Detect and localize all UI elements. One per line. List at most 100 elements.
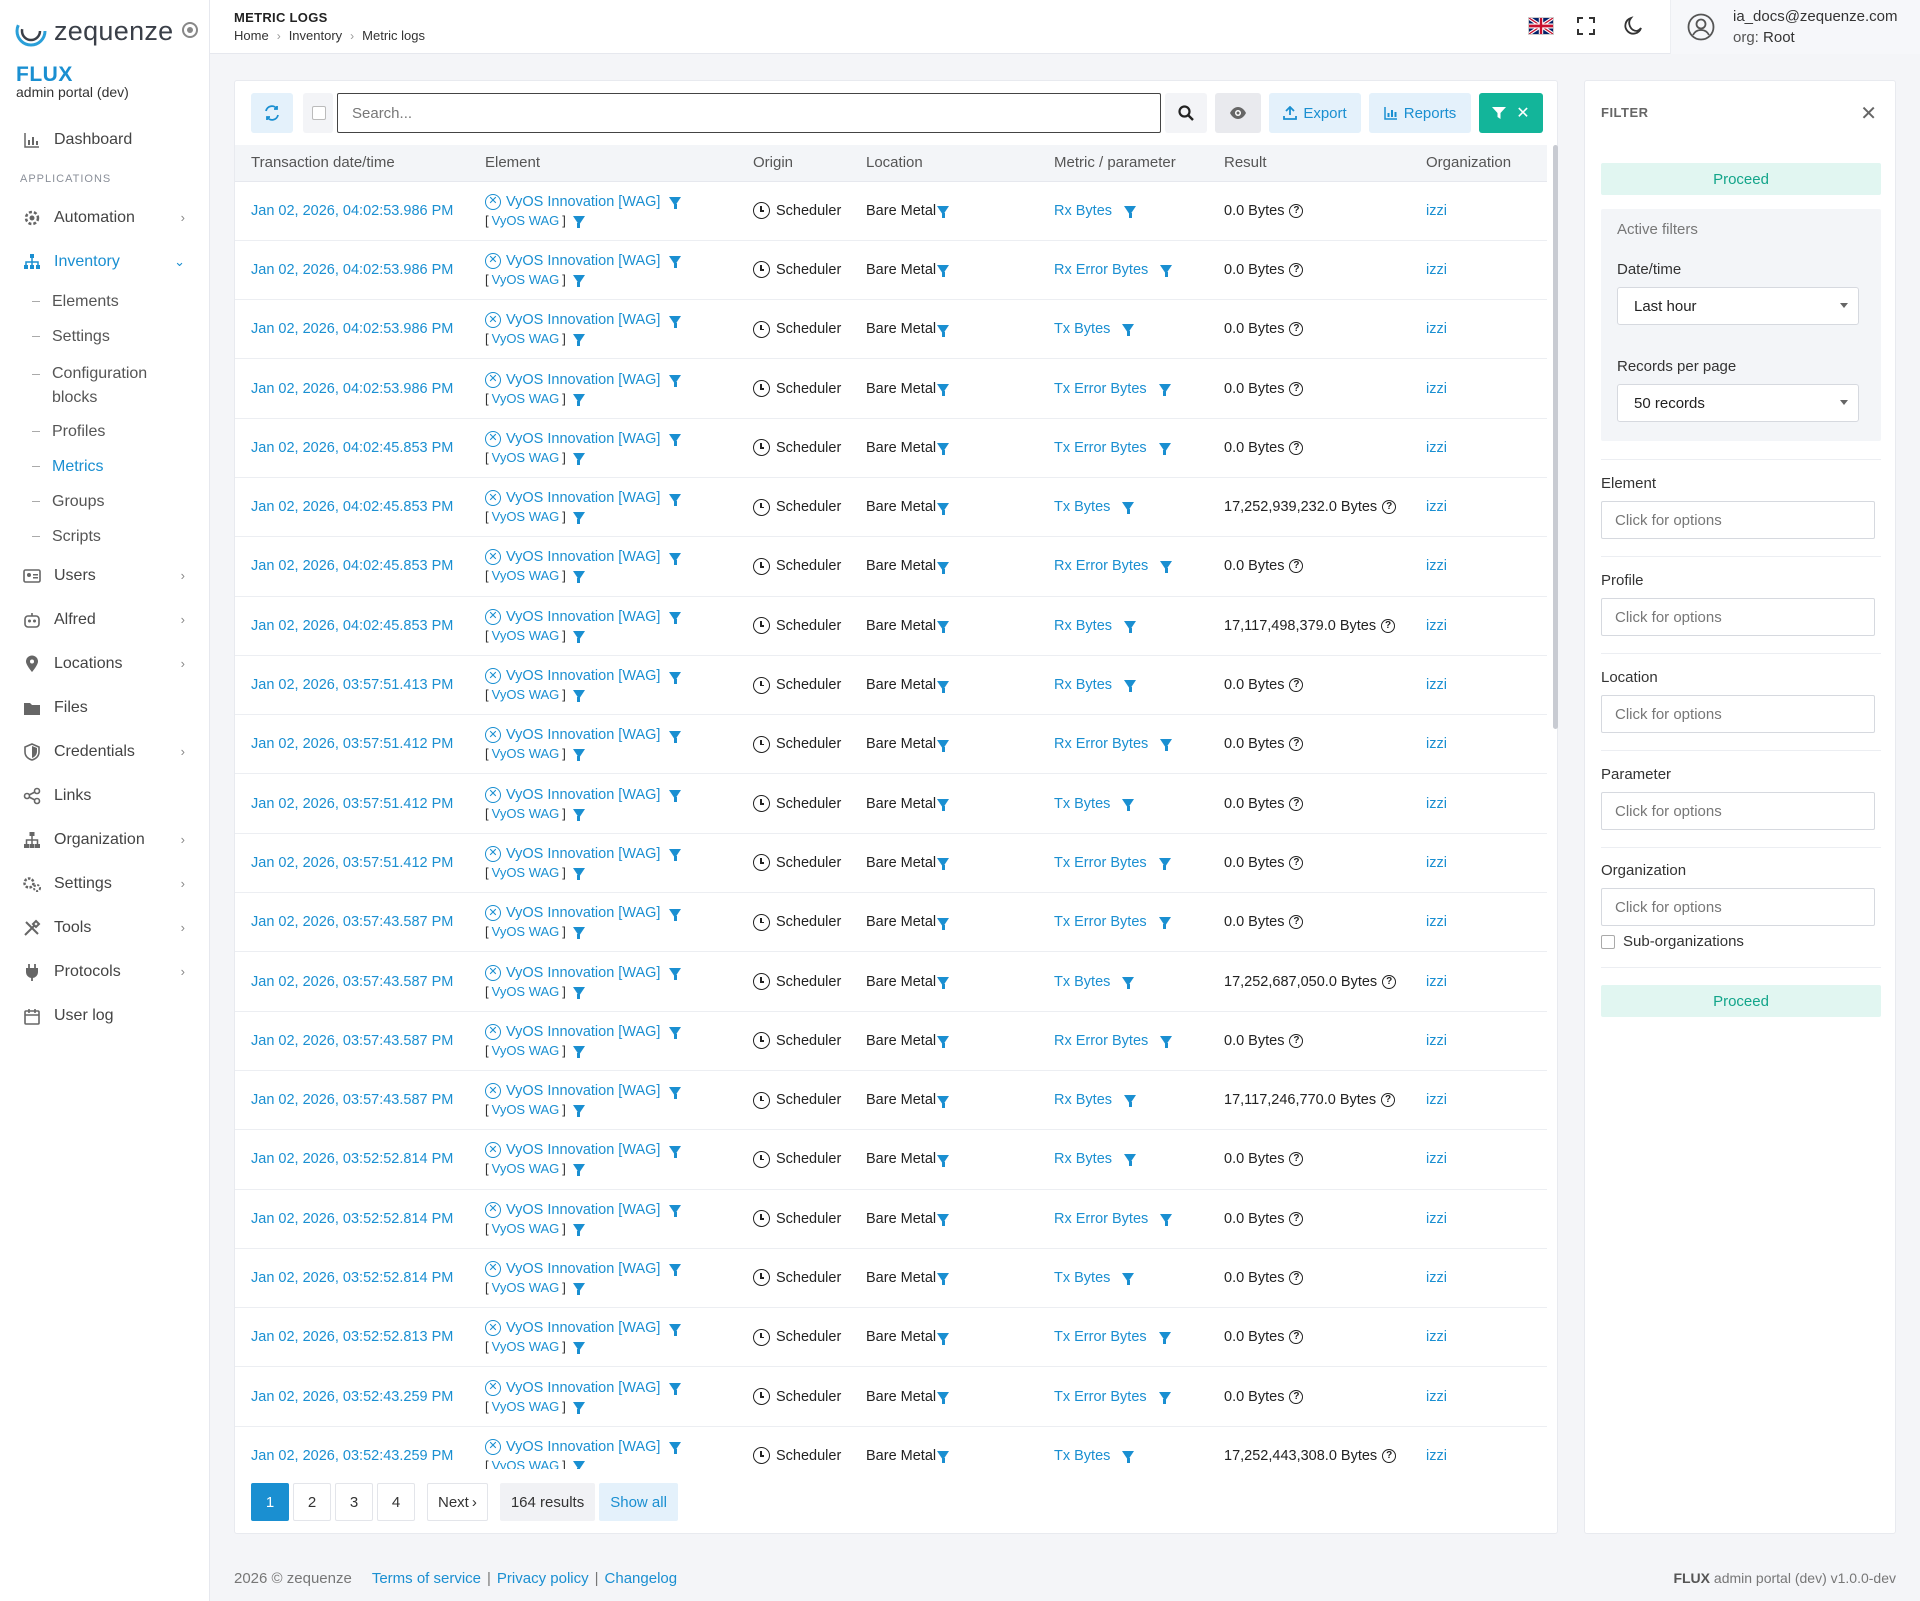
datetime-link[interactable]: Jan 02, 2026, 03:52:52.814 PM	[251, 1151, 453, 1167]
metric-link[interactable]: Rx Error Bytes	[1054, 736, 1148, 752]
filter-icon[interactable]	[937, 1273, 950, 1286]
element-link[interactable]: VyOS Innovation [WAG]	[506, 1380, 660, 1396]
refresh-button[interactable]	[251, 93, 293, 133]
filter-icon[interactable]	[937, 502, 950, 515]
filter-icon[interactable]	[937, 265, 950, 278]
sidebar-item-inventory[interactable]: Inventory ⌄	[0, 240, 209, 284]
metric-link[interactable]: Tx Error Bytes	[1054, 381, 1147, 397]
filter-icon[interactable]	[572, 274, 585, 287]
element-tag-link[interactable]: VyOS WAG	[492, 331, 560, 346]
sidebar-item-credentials[interactable]: Credentials ›	[0, 730, 209, 774]
organization-link[interactable]: izzi	[1426, 796, 1447, 812]
sidebar-subitem-configuration-blocks[interactable]: Configuration blocks	[0, 354, 209, 414]
element-tag-link[interactable]: VyOS WAG	[492, 1399, 560, 1414]
filter-icon[interactable]	[1158, 442, 1171, 455]
page-button-3[interactable]: 3	[335, 1483, 373, 1521]
filter-icon[interactable]	[572, 571, 585, 584]
logo[interactable]: zequenze	[14, 12, 198, 48]
filter-icon[interactable]	[1158, 383, 1171, 396]
filter-icon[interactable]	[669, 1086, 682, 1099]
question-circle-icon[interactable]: ?	[1382, 500, 1397, 515]
filter-icon[interactable]	[669, 375, 682, 388]
organization-link[interactable]: izzi	[1426, 203, 1447, 219]
filter-icon[interactable]	[1122, 1272, 1135, 1285]
metric-link[interactable]: Tx Bytes	[1054, 321, 1110, 337]
element-tag-link[interactable]: VyOS WAG	[492, 1102, 560, 1117]
filter-icon[interactable]	[669, 493, 682, 506]
organization-link[interactable]: izzi	[1426, 618, 1447, 634]
organization-link[interactable]: izzi	[1426, 855, 1447, 871]
filter-icon[interactable]	[572, 749, 585, 762]
filter-icon[interactable]	[572, 808, 585, 821]
sidebar-item-files[interactable]: Files	[0, 686, 209, 730]
show-all-button[interactable]: Show all	[599, 1483, 678, 1521]
element-link[interactable]: VyOS Innovation [WAG]	[506, 1202, 660, 1218]
sub-organizations-checkbox[interactable]: Sub-organizations	[1601, 933, 1744, 950]
element-link[interactable]: VyOS Innovation [WAG]	[506, 1439, 660, 1455]
organization-link[interactable]: izzi	[1426, 1448, 1447, 1464]
element-tag-link[interactable]: VyOS WAG	[492, 687, 560, 702]
question-circle-icon[interactable]: ?	[1289, 322, 1304, 337]
datetime-link[interactable]: Jan 02, 2026, 03:57:43.587 PM	[251, 914, 453, 930]
element-link[interactable]: VyOS Innovation [WAG]	[506, 490, 660, 506]
filter-icon[interactable]	[669, 552, 682, 565]
element-link[interactable]: VyOS Innovation [WAG]	[506, 727, 660, 743]
element-link[interactable]: VyOS Innovation [WAG]	[506, 312, 660, 328]
metric-link[interactable]: Tx Error Bytes	[1054, 1329, 1147, 1345]
datetime-link[interactable]: Jan 02, 2026, 04:02:45.853 PM	[251, 618, 453, 634]
question-circle-icon[interactable]: ?	[1289, 262, 1304, 277]
question-circle-icon[interactable]: ?	[1289, 1033, 1304, 1048]
filter-icon[interactable]	[937, 917, 950, 930]
sidebar-item-settings[interactable]: Settings ›	[0, 862, 209, 906]
column-header[interactable]: Transaction date/time	[235, 145, 469, 182]
metric-link[interactable]: Tx Bytes	[1054, 974, 1110, 990]
element-tag-link[interactable]: VyOS WAG	[492, 806, 560, 821]
next-page-button[interactable]: Next ›	[427, 1483, 488, 1521]
uk-flag-icon[interactable]	[1528, 17, 1554, 35]
proceed-button-bottom[interactable]: Proceed	[1601, 985, 1881, 1017]
metric-link[interactable]: Tx Bytes	[1054, 499, 1110, 515]
filter-icon[interactable]	[937, 680, 950, 693]
element-tag-link[interactable]: VyOS WAG	[492, 924, 560, 939]
datetime-link[interactable]: Jan 02, 2026, 04:02:45.853 PM	[251, 499, 453, 515]
question-circle-icon[interactable]: ?	[1289, 1270, 1304, 1285]
organization-filter-input[interactable]: Click for options	[1601, 888, 1875, 926]
metric-link[interactable]: Tx Bytes	[1054, 1270, 1110, 1286]
metric-link[interactable]: Rx Error Bytes	[1054, 1033, 1148, 1049]
close-filter-icon[interactable]: ✕	[1860, 101, 1877, 126]
element-tag-link[interactable]: VyOS WAG	[492, 568, 560, 583]
filter-icon[interactable]	[669, 612, 682, 625]
filter-icon[interactable]	[1158, 1332, 1171, 1345]
proceed-button-top[interactable]: Proceed	[1601, 163, 1881, 195]
dark-mode-moon-icon[interactable]	[1622, 15, 1644, 37]
metric-link[interactable]: Rx Error Bytes	[1054, 262, 1148, 278]
filter-icon[interactable]	[1122, 324, 1135, 337]
filter-icon[interactable]	[572, 1223, 585, 1236]
element-tag-link[interactable]: VyOS WAG	[492, 1458, 560, 1469]
filter-icon[interactable]	[937, 977, 950, 989]
element-tag-link[interactable]: VyOS WAG	[492, 213, 560, 228]
breadcrumb-home[interactable]: Home	[234, 28, 269, 43]
datetime-link[interactable]: Jan 02, 2026, 03:52:52.813 PM	[251, 1329, 453, 1345]
page-button-2[interactable]: 2	[293, 1483, 331, 1521]
question-circle-icon[interactable]: ?	[1381, 618, 1396, 633]
question-circle-icon[interactable]: ?	[1289, 915, 1304, 930]
metric-link[interactable]: Rx Bytes	[1054, 618, 1112, 634]
filter-icon[interactable]	[1160, 739, 1173, 752]
question-circle-icon[interactable]: ?	[1289, 1330, 1304, 1345]
filter-icon[interactable]	[1124, 680, 1137, 693]
sidebar-item-protocols[interactable]: Protocols ›	[0, 950, 209, 994]
filter-icon[interactable]	[572, 1105, 585, 1118]
filter-icon[interactable]	[1122, 976, 1135, 989]
organization-link[interactable]: izzi	[1426, 1329, 1447, 1345]
metric-link[interactable]: Rx Bytes	[1054, 1092, 1112, 1108]
datetime-link[interactable]: Jan 02, 2026, 04:02:53.986 PM	[251, 203, 453, 219]
filter-icon[interactable]	[937, 1095, 950, 1108]
filter-icon[interactable]	[572, 986, 585, 999]
filter-icon[interactable]	[572, 393, 585, 406]
question-circle-icon[interactable]: ?	[1382, 974, 1397, 989]
filter-icon[interactable]	[937, 799, 950, 812]
filter-icon[interactable]	[1160, 264, 1173, 277]
filter-icon[interactable]	[937, 621, 950, 634]
filter-icon[interactable]	[937, 443, 950, 456]
